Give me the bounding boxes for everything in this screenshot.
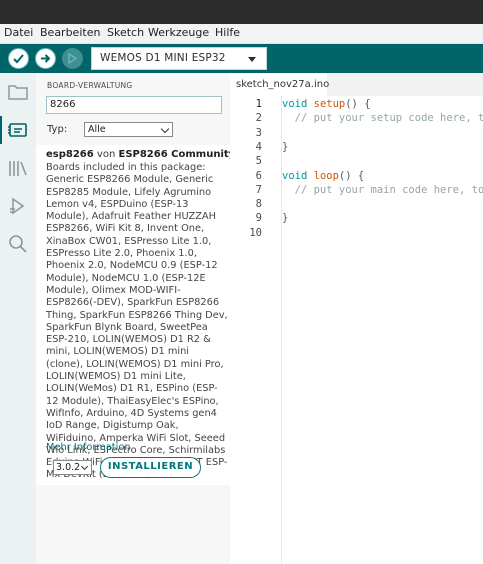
board-selector-label: WEMOS D1 MINI ESP32 (100, 52, 226, 64)
code-line: 7 // put your main code here, to run rep… (230, 184, 483, 198)
line-number: 7 (255, 183, 262, 196)
code-function: setup (313, 98, 346, 110)
debug-icon (68, 52, 78, 65)
code-text: // put your main code here, to run repea… (282, 184, 483, 196)
version-value: 3.0.2 (56, 462, 81, 473)
chevron-down-icon (160, 124, 170, 134)
code-text: void loop() { (282, 170, 364, 182)
debug-button[interactable] (62, 48, 83, 69)
code-line: 1 void setup() { (230, 98, 483, 112)
chevron-down-icon (248, 57, 256, 62)
code-line: 10 (230, 227, 483, 241)
code-comment: // put your setup code here, to run once… (294, 112, 483, 125)
code-text: } (282, 212, 288, 224)
line-number: 6 (255, 169, 262, 182)
code-line: 2 // put your setup code here, to run on… (230, 112, 483, 126)
code-line: 8 (230, 198, 483, 212)
package-by: von (96, 149, 116, 160)
boards-search-input[interactable]: 8266 (46, 96, 222, 114)
code-line: 5 (230, 155, 483, 169)
code-editor[interactable]: 1 void setup() {2 // put your setup code … (230, 96, 483, 564)
menu-werkzeuge[interactable]: Werkzeuge (148, 26, 209, 39)
code-punctuation: } (282, 140, 289, 153)
type-filter-label: Typ: (47, 124, 68, 135)
package-card: esp8266 von ESP8266 Community Boards inc… (36, 145, 235, 485)
menu-bearbeiten[interactable]: Bearbeiten (40, 26, 100, 39)
menu-hilfe[interactable]: Hilfe (215, 26, 240, 39)
code-line: 4} (230, 141, 483, 155)
line-number: 4 (255, 140, 262, 153)
window-titlebar (0, 0, 483, 24)
type-filter-value: Alle (88, 124, 106, 135)
board-selector[interactable]: WEMOS D1 MINI ESP32 (91, 47, 267, 70)
code-line: 6 void loop() { (230, 170, 483, 184)
folder-icon (8, 85, 28, 100)
sketchbook-button[interactable] (0, 74, 36, 110)
line-number: 9 (255, 212, 262, 225)
library-manager-button[interactable] (0, 150, 36, 186)
more-info-link[interactable]: Mehr Information (46, 442, 131, 453)
package-description: Boards included in this package: Generic… (46, 162, 228, 481)
package-header: esp8266 von ESP8266 Community (46, 149, 235, 160)
line-number: 10 (249, 226, 262, 239)
code-keyword: void (282, 98, 308, 110)
line-number: 2 (255, 112, 262, 125)
boards-manager-button[interactable] (0, 112, 36, 148)
line-number: 3 (255, 126, 262, 139)
tab-sketch[interactable]: sketch_nov27a.ino (230, 73, 329, 96)
code-punctuation: () { (345, 98, 371, 110)
menu-bar: Datei Bearbeiten Sketch Werkzeuge Hilfe (0, 24, 483, 44)
code-text: } (282, 141, 288, 153)
check-icon (13, 54, 24, 64)
code-line: 3 (230, 127, 483, 141)
code-keyword: void (282, 169, 308, 182)
chevron-down-icon (80, 462, 89, 471)
menu-sketch[interactable]: Sketch (107, 26, 144, 39)
activity-bar (0, 73, 36, 564)
upload-button[interactable] (35, 48, 56, 69)
debug-icon (10, 197, 25, 215)
install-button[interactable]: INSTALLIEREN (100, 457, 201, 478)
library-icon (9, 161, 27, 176)
type-filter-select[interactable]: Alle (84, 122, 173, 137)
version-select[interactable]: 3.0.2 (53, 460, 92, 475)
package-author: ESP8266 Community (118, 149, 236, 160)
code-comment: // put your main code here, to run repea… (294, 183, 483, 196)
menu-datei[interactable]: Datei (4, 26, 33, 39)
arrow-right-icon (41, 54, 51, 63)
line-number: 1 (255, 98, 262, 110)
search-icon (9, 235, 27, 253)
code-function: loop (313, 169, 339, 182)
boards-manager-panel: BOARD-VERWALTUNG 8266 Typ: Alle esp8266 … (36, 73, 235, 564)
board-manager-icon (8, 123, 27, 137)
verify-button[interactable] (8, 48, 29, 69)
panel-title: BOARD-VERWALTUNG (47, 81, 133, 90)
code-text: void setup() { (282, 98, 371, 110)
package-name: esp8266 (46, 149, 94, 160)
editor-tab-bar: sketch_nov27a.ino (230, 73, 483, 96)
code-text: // put your setup code here, to run once… (282, 112, 483, 124)
debugger-button[interactable] (0, 188, 36, 224)
code-punctuation: () { (338, 169, 365, 182)
code-line: 9} (230, 212, 483, 226)
code-punctuation: } (282, 212, 289, 225)
search-button[interactable] (0, 226, 36, 262)
line-number: 5 (255, 155, 262, 168)
line-number: 8 (255, 198, 262, 211)
toolbar: WEMOS D1 MINI ESP32 (0, 44, 483, 73)
